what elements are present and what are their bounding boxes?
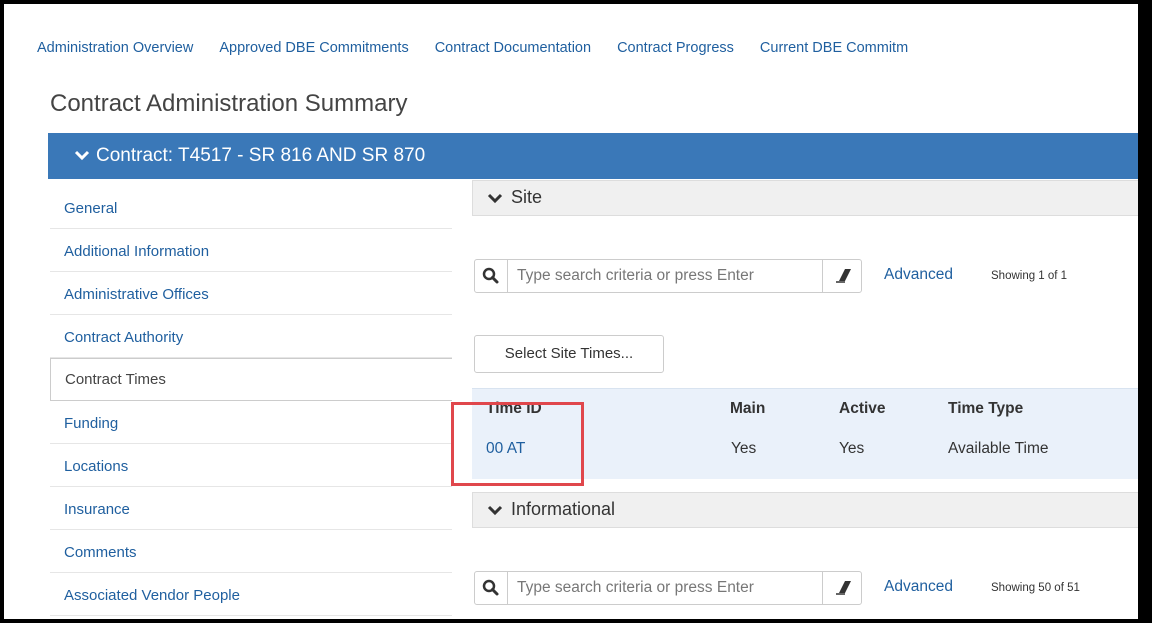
sidebar-item-comments[interactable]: Comments (50, 530, 452, 573)
informational-section-header[interactable]: Informational (472, 492, 1138, 528)
site-search-input[interactable] (511, 260, 819, 292)
sidebar: General Additional Information Administr… (50, 186, 452, 616)
nav-contract-documentation[interactable]: Contract Documentation (435, 40, 591, 56)
site-section-header[interactable]: Site (472, 180, 1138, 216)
site-advanced-link[interactable]: Advanced (884, 266, 953, 284)
time-id-link[interactable]: 00 AT (486, 440, 525, 458)
chevron-down-icon (487, 494, 503, 526)
informational-showing-count: Showing 50 of 51 (991, 582, 1080, 594)
site-times-table: Time ID Main Active Time Type 00 AT Yes … (472, 388, 1138, 479)
column-header-main[interactable]: Main (730, 400, 765, 418)
table-cell-time-type: Available Time (948, 440, 1049, 457)
nav-approved-dbe-commitments[interactable]: Approved DBE Commitments (219, 40, 408, 56)
nav-administration-overview[interactable]: Administration Overview (37, 40, 193, 56)
column-header-time-type[interactable]: Time Type (948, 400, 1023, 418)
site-search-box (474, 259, 862, 293)
chevron-down-icon (487, 182, 503, 214)
informational-section-title: Informational (511, 499, 616, 519)
column-header-time-id[interactable]: Time ID (486, 400, 542, 418)
sidebar-item-locations[interactable]: Locations (50, 444, 452, 487)
column-header-active[interactable]: Active (839, 400, 886, 418)
sidebar-item-contract-times[interactable]: Contract Times (50, 358, 452, 401)
contract-header-bar[interactable]: Contract: T4517 - SR 816 AND SR 870 (48, 133, 1138, 179)
site-showing-count: Showing 1 of 1 (991, 270, 1068, 282)
sidebar-item-additional-information[interactable]: Additional Information (50, 229, 452, 272)
informational-advanced-link[interactable]: Advanced (884, 578, 953, 596)
contract-label: Contract: T4517 - SR 816 AND SR 870 (96, 145, 426, 167)
sidebar-item-associated-vendor-people[interactable]: Associated Vendor People (50, 573, 452, 616)
table-cell-active: Yes (839, 440, 865, 457)
sidebar-item-contract-authority[interactable]: Contract Authority (50, 315, 452, 358)
nav-contract-progress[interactable]: Contract Progress (617, 40, 734, 56)
page-title: Contract Administration Summary (50, 90, 408, 117)
app-frame: Administration Overview Approved DBE Comm… (0, 0, 1152, 623)
sidebar-item-insurance[interactable]: Insurance (50, 487, 452, 530)
informational-search-box (474, 571, 862, 605)
sidebar-item-funding[interactable]: Funding (50, 401, 452, 444)
search-icon[interactable] (475, 572, 508, 604)
nav-current-dbe-commitments[interactable]: Current DBE Commitm (760, 40, 908, 56)
site-section-title: Site (511, 187, 543, 207)
eraser-icon[interactable] (822, 572, 861, 604)
eraser-icon[interactable] (822, 260, 861, 292)
chevron-down-icon (74, 133, 90, 179)
top-navigation: Administration Overview Approved DBE Comm… (37, 40, 934, 62)
select-site-times-button[interactable]: Select Site Times... (474, 335, 664, 373)
table-cell-main: Yes (731, 440, 757, 457)
sidebar-item-administrative-offices[interactable]: Administrative Offices (50, 272, 452, 315)
sidebar-item-general[interactable]: General (50, 186, 452, 229)
search-icon[interactable] (475, 260, 508, 292)
informational-search-input[interactable] (511, 572, 819, 604)
